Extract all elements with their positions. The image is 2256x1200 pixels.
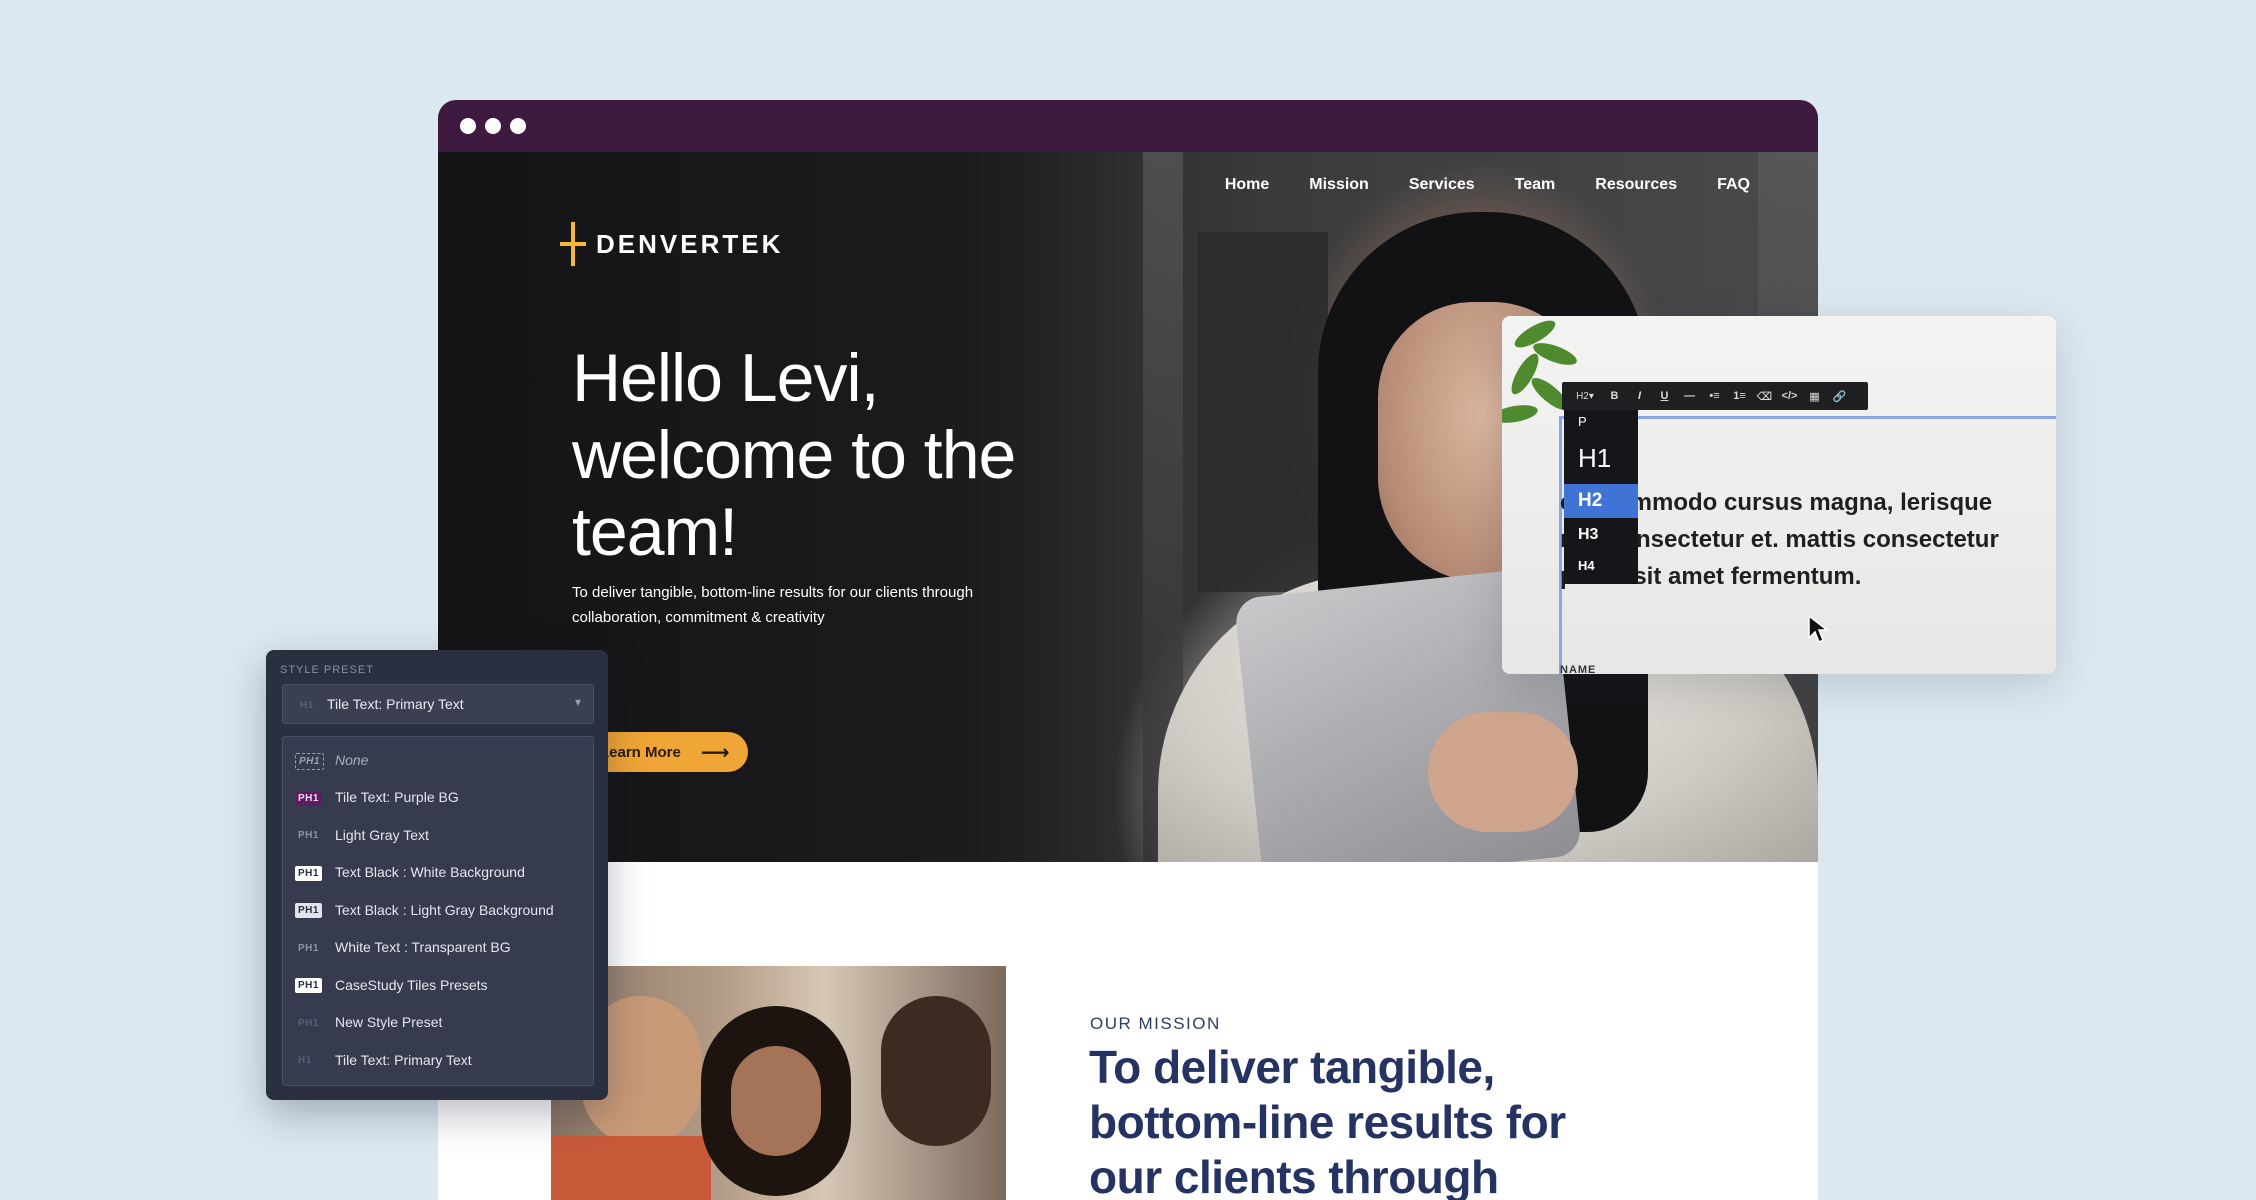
nav-item-mission[interactable]: Mission <box>1309 176 1369 194</box>
preset-badge: PH1 <box>298 830 319 841</box>
brand-name: DENVERTEK <box>596 228 784 259</box>
editor-toolbar: H2▾ B I U — •≡ 1≡ ⌫ </> ▦ 🔗 <box>1562 382 1868 410</box>
heading-option-h4[interactable]: H4 <box>1564 552 1638 578</box>
preset-badge: PH1 <box>298 942 319 954</box>
nav-item-services[interactable]: Services <box>1409 176 1475 194</box>
nav-item-home[interactable]: Home <box>1225 176 1269 194</box>
preset-badge: PH1 <box>298 1017 319 1029</box>
preset-option-label: Text Black : Light Gray Background <box>335 901 554 918</box>
link-button[interactable]: 🔗 <box>1827 390 1852 403</box>
heading-option-h3[interactable]: H3 <box>1564 518 1638 552</box>
heading-select[interactable]: H2▾ <box>1568 391 1602 402</box>
preset-option[interactable]: PH1 Text Black : White Background <box>283 854 593 892</box>
code-button[interactable]: </> <box>1777 390 1802 402</box>
preset-option-label: Tile Text: Primary Text <box>335 1051 472 1068</box>
numbered-list-button[interactable]: 1≡ <box>1727 390 1752 402</box>
window-dot-icon[interactable] <box>460 118 476 134</box>
chevron-down-icon: ▾ <box>574 695 581 709</box>
hero-photo-bg <box>1198 232 1328 592</box>
preset-option-label: Light Gray Text <box>335 826 429 843</box>
window-dot-icon[interactable] <box>510 118 526 134</box>
style-preset-label: STYLE PRESET <box>280 664 374 676</box>
learn-more-label: Learn More <box>600 743 681 761</box>
bullet-list-button[interactable]: •≡ <box>1702 390 1727 402</box>
preset-option-label: Tile Text: Purple BG <box>335 789 459 806</box>
preset-option[interactable]: PH1 New Style Preset <box>283 1004 593 1042</box>
preset-option-label: New Style Preset <box>335 1014 443 1031</box>
style-preset-panel: STYLE PRESET H1 Tile Text: Primary Text … <box>266 650 608 1100</box>
nav-item-team[interactable]: Team <box>1515 176 1556 194</box>
hero-title: Hello Levi, welcome to the team! <box>572 340 1016 570</box>
preset-option[interactable]: PH1 Text Black : Light Gray Background <box>283 891 593 929</box>
clear-format-button[interactable]: ⌫ <box>1752 390 1777 403</box>
preset-option-label: None <box>335 751 369 768</box>
preset-badge: H1 <box>300 700 314 711</box>
preset-badge: PH1 <box>295 753 324 770</box>
style-preset-selected: Tile Text: Primary Text <box>327 696 464 712</box>
mission-photo <box>551 966 1006 1200</box>
italic-button[interactable]: I <box>1627 390 1652 402</box>
preset-badge: PH1 <box>295 865 322 881</box>
heading-option-h1[interactable]: H1 <box>1564 432 1638 484</box>
brand-logo[interactable]: DENVERTEK <box>560 222 783 266</box>
hero-subtitle: To deliver tangible, bottom-line results… <box>572 584 974 626</box>
mouse-pointer-icon <box>1808 614 1829 644</box>
arrow-right-icon: ⟶ <box>700 741 730 764</box>
preset-option[interactable]: H1 Tile Text: Primary Text <box>283 1041 593 1079</box>
heading-option-p[interactable]: P <box>1564 410 1638 432</box>
rich-text-editor: H2▾ B I U — •≡ 1≡ ⌫ </> ▦ 🔗 ent commodo … <box>1502 316 2056 674</box>
preset-option[interactable]: PH1 Light Gray Text <box>283 816 593 854</box>
nav-item-resources[interactable]: Resources <box>1595 176 1677 194</box>
mission-heading: To deliver tangible, bottom-line results… <box>1089 1041 1566 1200</box>
main-nav: Home Mission Services Team Resources FAQ <box>1225 176 1750 194</box>
preset-option[interactable]: PH1 Tile Text: Purple BG <box>283 779 593 817</box>
logo-cross-icon <box>560 222 586 266</box>
preset-badge: PH1 <box>295 790 322 806</box>
preset-badge: H1 <box>298 1055 312 1066</box>
style-preset-options: PH1 None PH1 Tile Text: Purple BG PH1 Li… <box>282 736 594 1086</box>
preset-option[interactable]: PH1 CaseStudy Tiles Presets <box>283 966 593 1004</box>
preset-badge: PH1 <box>295 903 322 918</box>
field-label-name: NAME <box>1560 664 1597 674</box>
hero-photo-person <box>1428 712 1578 832</box>
style-preset-select[interactable]: H1 Tile Text: Primary Text ▾ <box>282 684 594 724</box>
heading-option-h2[interactable]: H2 <box>1564 484 1638 518</box>
preset-option[interactable]: PH1 None <box>283 741 593 779</box>
horizontal-rule-button[interactable]: — <box>1677 390 1702 402</box>
preset-option-label: Text Black : White Background <box>335 864 525 881</box>
window-dot-icon[interactable] <box>485 118 501 134</box>
mission-kicker: OUR MISSION <box>1090 1014 1221 1033</box>
table-button[interactable]: ▦ <box>1802 390 1827 403</box>
bold-button[interactable]: B <box>1602 390 1627 402</box>
preset-badge: PH1 <box>295 978 322 993</box>
preset-option[interactable]: PH1 White Text : Transparent BG <box>283 929 593 967</box>
preset-option-label: CaseStudy Tiles Presets <box>335 976 488 993</box>
window-titlebar <box>438 100 1818 152</box>
nav-item-faq[interactable]: FAQ <box>1717 176 1750 194</box>
heading-dropdown-menu: P H1 H2 H3 H4 <box>1564 410 1638 584</box>
underline-button[interactable]: U <box>1652 390 1677 402</box>
preset-option-label: White Text : Transparent BG <box>335 939 511 956</box>
